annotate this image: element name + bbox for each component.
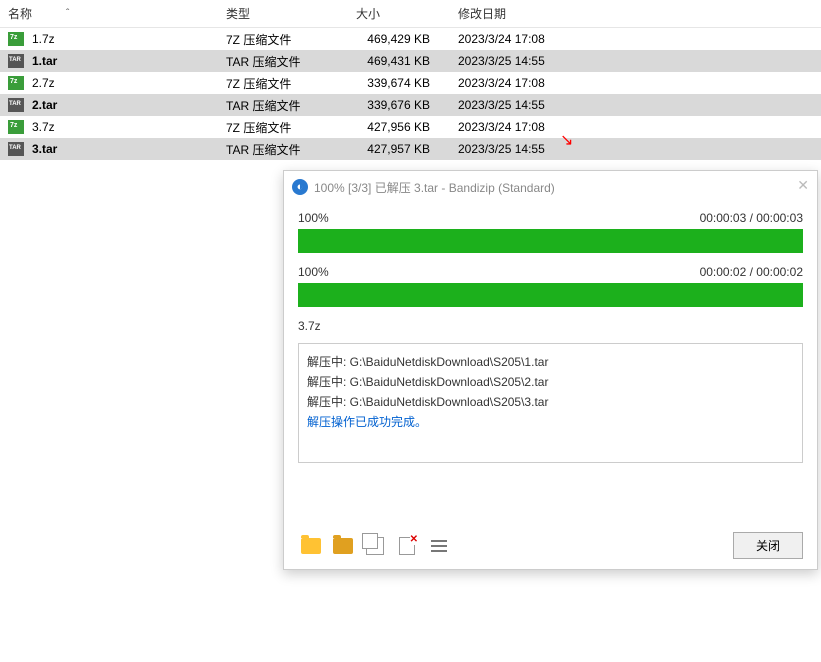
file-date: 2023/3/24 17:08 bbox=[438, 28, 578, 50]
tar-icon bbox=[8, 98, 24, 112]
file-size: 339,674 KB bbox=[348, 72, 438, 94]
copy-button[interactable] bbox=[362, 533, 388, 559]
overall-progress-bar bbox=[298, 229, 803, 253]
file-size: 339,676 KB bbox=[348, 94, 438, 116]
dialog-body: 100% 00:00:03 / 00:00:03 100% 00:00:02 /… bbox=[284, 203, 817, 477]
annotation-arrow: ↘ bbox=[560, 130, 573, 150]
file-date: 2023/3/25 14:55 bbox=[438, 138, 578, 160]
sort-asc-icon: ˆ bbox=[66, 8, 69, 19]
file-row[interactable]: 2.tar TAR 压缩文件 339,676 KB 2023/3/25 14:5… bbox=[0, 94, 821, 116]
dialog-titlebar[interactable]: ◐ 100% [3/3] 已解压 3.tar - Bandizip (Stand… bbox=[284, 171, 817, 203]
file-name: 2.7z bbox=[32, 76, 55, 90]
7z-icon bbox=[8, 32, 24, 46]
menu-icon bbox=[431, 540, 447, 552]
log-line: 解压中: G:\BaiduNetdiskDownload\S205\3.tar bbox=[307, 392, 794, 412]
dialog-title: 100% [3/3] 已解压 3.tar - Bandizip (Standar… bbox=[314, 179, 555, 196]
file-row[interactable]: 3.tar TAR 压缩文件 427,957 KB 2023/3/25 14:5… bbox=[0, 138, 821, 160]
app-icon: ◐ bbox=[292, 179, 308, 195]
7z-icon bbox=[8, 120, 24, 134]
file-size: 469,431 KB bbox=[348, 50, 438, 72]
copy-icon bbox=[366, 537, 384, 555]
file-name: 3.7z bbox=[32, 120, 55, 134]
tar-icon bbox=[8, 54, 24, 68]
file-name: 1.7z bbox=[32, 32, 55, 46]
file-list: 名称 ˆ 类型 大小 修改日期 1.7z 7Z 压缩文件 469,429 KB 2… bbox=[0, 0, 821, 160]
folder-icon bbox=[301, 538, 321, 554]
file-type: TAR 压缩文件 bbox=[218, 137, 348, 162]
log-line: 解压操作已成功完成。 bbox=[307, 412, 794, 432]
file-row[interactable]: 3.7z 7Z 压缩文件 427,956 KB 2023/3/24 17:08 bbox=[0, 116, 821, 138]
file-name: 3.tar bbox=[32, 142, 57, 156]
column-size[interactable]: 大小 bbox=[348, 1, 438, 26]
log-line: 解压中: G:\BaiduNetdiskDownload\S205\1.tar bbox=[307, 352, 794, 372]
overall-progress: 100% 00:00:03 / 00:00:03 bbox=[298, 211, 803, 253]
file-percent: 100% bbox=[298, 265, 329, 279]
file-row[interactable]: 1.7z 7Z 压缩文件 469,429 KB 2023/3/24 17:08 bbox=[0, 28, 821, 50]
file-size: 427,956 KB bbox=[348, 116, 438, 138]
file-date: 2023/3/25 14:55 bbox=[438, 94, 578, 116]
file-row[interactable]: 2.7z 7Z 压缩文件 339,674 KB 2023/3/24 17:08 bbox=[0, 72, 821, 94]
folder-icon bbox=[333, 538, 353, 554]
file-name: 1.tar bbox=[32, 54, 57, 68]
log-box[interactable]: 解压中: G:\BaiduNetdiskDownload\S205\1.tar解… bbox=[298, 343, 803, 463]
file-date: 2023/3/24 17:08 bbox=[438, 72, 578, 94]
7z-icon bbox=[8, 76, 24, 90]
file-progress-bar bbox=[298, 283, 803, 307]
overall-time: 00:00:03 / 00:00:03 bbox=[700, 211, 803, 225]
column-name[interactable]: 名称 ˆ bbox=[0, 1, 218, 26]
file-time: 00:00:02 / 00:00:02 bbox=[700, 265, 803, 279]
file-date: 2023/3/25 14:55 bbox=[438, 50, 578, 72]
menu-button[interactable] bbox=[426, 533, 452, 559]
close-button[interactable]: 关闭 bbox=[733, 532, 803, 559]
file-row[interactable]: 1.tar TAR 压缩文件 469,431 KB 2023/3/25 14:5… bbox=[0, 50, 821, 72]
column-name-label: 名称 bbox=[8, 5, 32, 22]
dialog-toolbar: 关闭 bbox=[298, 532, 803, 559]
file-size: 427,957 KB bbox=[348, 138, 438, 160]
notepad-button[interactable] bbox=[394, 533, 420, 559]
overall-percent: 100% bbox=[298, 211, 329, 225]
file-name: 2.tar bbox=[32, 98, 57, 112]
open-folder-button[interactable] bbox=[298, 533, 324, 559]
column-header-row: 名称 ˆ 类型 大小 修改日期 bbox=[0, 0, 821, 28]
log-line: 解压中: G:\BaiduNetdiskDownload\S205\2.tar bbox=[307, 372, 794, 392]
notepad-x-icon bbox=[399, 537, 415, 555]
file-date: 2023/3/24 17:08 bbox=[438, 116, 578, 138]
column-date[interactable]: 修改日期 bbox=[438, 1, 578, 26]
column-type[interactable]: 类型 bbox=[218, 1, 348, 26]
close-icon[interactable]: ✕ bbox=[797, 177, 809, 194]
file-progress: 100% 00:00:02 / 00:00:02 bbox=[298, 265, 803, 307]
file-size: 469,429 KB bbox=[348, 28, 438, 50]
tar-icon bbox=[8, 142, 24, 156]
open-folder2-button[interactable] bbox=[330, 533, 356, 559]
extract-dialog: ◐ 100% [3/3] 已解压 3.tar - Bandizip (Stand… bbox=[283, 170, 818, 570]
current-file-label: 3.7z bbox=[298, 319, 803, 333]
